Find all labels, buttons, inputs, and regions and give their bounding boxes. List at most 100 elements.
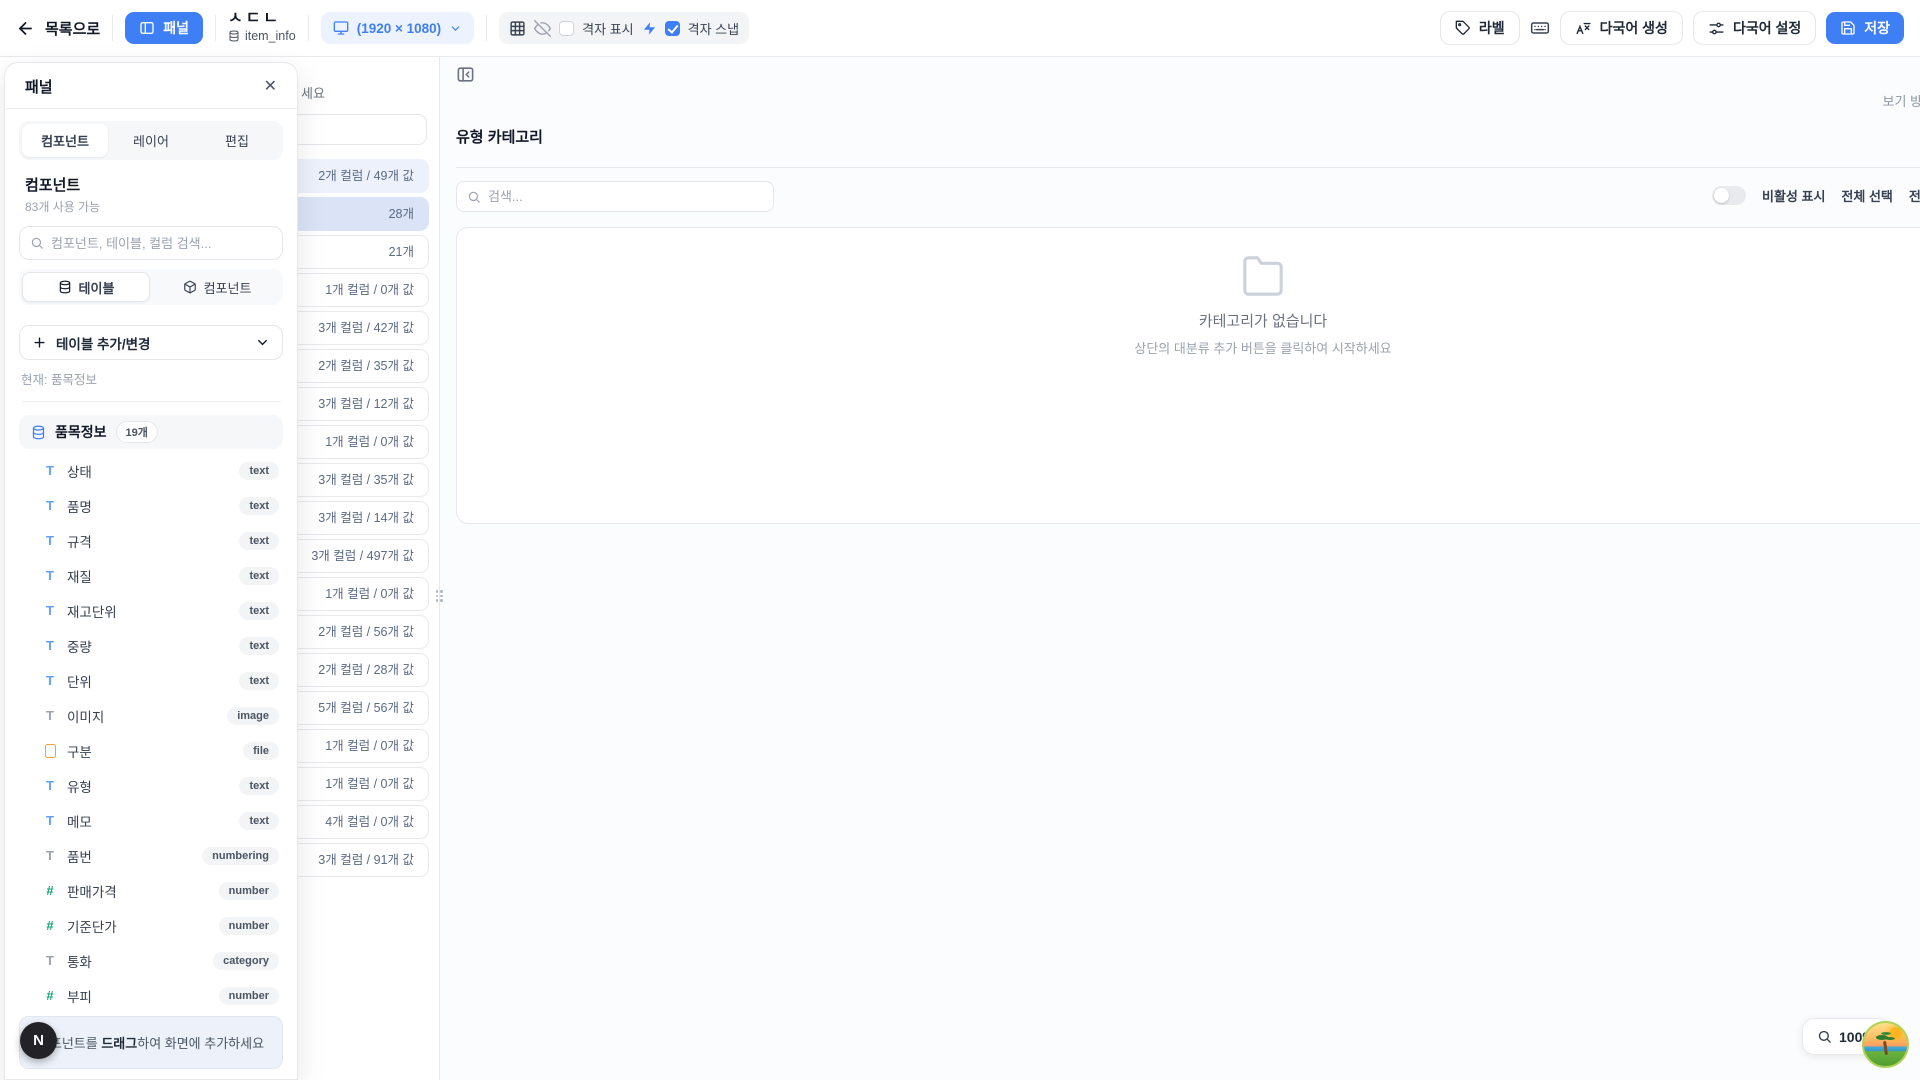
table-field-count-badge: 19개 — [116, 421, 158, 443]
bound-table-name: item_info — [245, 29, 296, 43]
monitor-icon — [333, 20, 349, 36]
field-row[interactable]: 품명 text — [19, 488, 283, 523]
i18n-settings-button[interactable]: 다국어 설정 — [1693, 11, 1816, 45]
category-empty-card: 카테고리가 없습니다 상단의 대분류 추가 버튼을 클릭하여 시작하세요 — [456, 227, 1920, 524]
grid-snap-checkbox[interactable] — [665, 21, 680, 36]
field-row[interactable]: 재질 text — [19, 558, 283, 593]
panel-left-icon — [139, 20, 155, 36]
panel-toggle-button[interactable]: 패널 — [125, 12, 203, 44]
palm-trunk-shape — [1883, 1041, 1888, 1055]
collapse-sidebar-icon[interactable] — [456, 65, 475, 84]
field-type-icon — [43, 778, 57, 793]
field-row[interactable]: 중량 text — [19, 628, 283, 663]
divider — [486, 15, 487, 41]
drag-hint: 컴포넌트를 드래그하여 화면에 추가하세요 — [19, 1016, 283, 1069]
back-to-list-label: 목록으로 — [45, 18, 100, 39]
add-table-label: 테이블 추가/변경 — [56, 333, 150, 353]
keyboard-shortcuts-button[interactable] — [1530, 18, 1550, 38]
field-type-icon — [43, 603, 57, 618]
view-mode-label: 보기 방식 — [1883, 91, 1920, 110]
mode-table-button[interactable]: 테이블 — [22, 272, 150, 302]
grid-show-checkbox[interactable] — [559, 21, 574, 36]
mode-component-button[interactable]: 컴포넌트 — [154, 272, 280, 302]
category-search-field[interactable] — [488, 189, 763, 204]
field-type-badge: text — [239, 672, 279, 690]
tab-components[interactable]: 컴포넌트 — [22, 124, 108, 157]
field-type-icon — [43, 673, 57, 688]
field-row[interactable]: 단위 text — [19, 663, 283, 698]
field-type-icon — [43, 918, 57, 933]
component-search[interactable] — [19, 226, 283, 260]
eye-off-icon — [534, 20, 551, 37]
field-type-badge: category — [213, 952, 279, 970]
field-type-icon — [43, 883, 57, 898]
add-table-button[interactable]: 테이블 추가/변경 — [19, 325, 283, 360]
source-mode-switch: 테이블 컴포넌트 — [19, 269, 283, 305]
sun-shape — [1890, 1027, 1902, 1039]
field-type-icon — [43, 463, 57, 478]
close-icon[interactable]: ✕ — [264, 79, 277, 95]
cube-icon — [183, 280, 197, 294]
field-type-icon — [43, 848, 57, 863]
panel-header: 패널 ✕ — [5, 63, 297, 109]
field-type-badge: image — [227, 707, 279, 725]
overflow-button[interactable]: 전 — [1909, 186, 1920, 205]
select-all-button[interactable]: 전체 선택 — [1841, 186, 1892, 205]
category-search[interactable] — [456, 181, 774, 212]
inactive-toggle[interactable] — [1712, 186, 1746, 205]
field-row[interactable]: 규격 text — [19, 523, 283, 558]
screen-size-selector[interactable]: (1920 × 1080) — [321, 12, 474, 44]
database-icon — [31, 425, 46, 440]
divider — [456, 167, 1920, 168]
field-row[interactable]: 구분 file — [19, 733, 283, 768]
field-type-icon — [43, 498, 57, 513]
field-row[interactable]: 이미지 image — [19, 698, 283, 733]
field-row[interactable]: 상태 text — [19, 453, 283, 488]
field-name: 판매가격 — [67, 881, 117, 901]
field-name: 메모 — [67, 811, 92, 831]
folder-icon — [1239, 256, 1287, 296]
sidebar-resize-handle[interactable] — [434, 585, 444, 607]
sidebar-hint-fragment: 세요 — [301, 83, 325, 102]
components-available-count: 83개 사용 가능 — [25, 198, 277, 215]
field-row[interactable]: 유형 text — [19, 768, 283, 803]
tab-edit[interactable]: 편집 — [194, 124, 280, 157]
toolbar-actions: 라벨 다국어 생성 다국어 설정 — [1440, 11, 1904, 45]
field-row[interactable]: 재고단위 text — [19, 593, 283, 628]
field-row[interactable]: 통화 category — [19, 943, 283, 978]
grid-icon — [509, 20, 526, 37]
field-row[interactable]: 품번 numbering — [19, 838, 283, 873]
field-row[interactable]: 메모 text — [19, 803, 283, 838]
field-row[interactable]: 기준단가 number — [19, 908, 283, 943]
search-icon — [467, 190, 481, 204]
divider — [215, 15, 216, 41]
label-button[interactable]: 라벨 — [1440, 11, 1520, 45]
field-type-badge: number — [219, 882, 279, 900]
field-type-icon — [43, 568, 57, 583]
chevron-down-icon — [449, 22, 462, 35]
i18n-generate-button[interactable]: 다국어 생성 — [1560, 11, 1683, 45]
field-type-badge: text — [239, 777, 279, 795]
database-icon — [58, 280, 72, 294]
grid-settings-group: 격자 표시 격자 스냅 — [499, 12, 749, 44]
empty-title: 카테고리가 없습니다 — [1199, 310, 1327, 331]
field-name: 이미지 — [67, 706, 104, 726]
tab-layers[interactable]: 레이어 — [108, 124, 194, 157]
field-row[interactable]: 판매가격 number — [19, 873, 283, 908]
tag-icon — [1455, 20, 1471, 36]
field-name: 구분 — [67, 741, 92, 761]
component-search-field[interactable] — [51, 236, 272, 251]
n-launcher-badge[interactable]: N — [20, 1022, 57, 1059]
i18n-generate-text: 다국어 생성 — [1600, 18, 1668, 38]
inactive-toggle-label: 비활성 표시 — [1762, 186, 1825, 205]
table-group-header[interactable]: 품목정보 19개 — [19, 415, 283, 449]
field-name: 통화 — [67, 951, 92, 971]
mode-table-label: 테이블 — [79, 278, 115, 297]
save-button-text: 저장 — [1864, 18, 1890, 38]
field-type-badge: text — [239, 497, 279, 515]
save-button[interactable]: 저장 — [1826, 12, 1904, 44]
island-app-icon[interactable] — [1862, 1021, 1909, 1068]
back-to-list-button[interactable]: 목록으로 — [16, 18, 100, 39]
field-row[interactable]: 부피 number — [19, 978, 283, 1013]
plus-icon — [32, 335, 47, 350]
